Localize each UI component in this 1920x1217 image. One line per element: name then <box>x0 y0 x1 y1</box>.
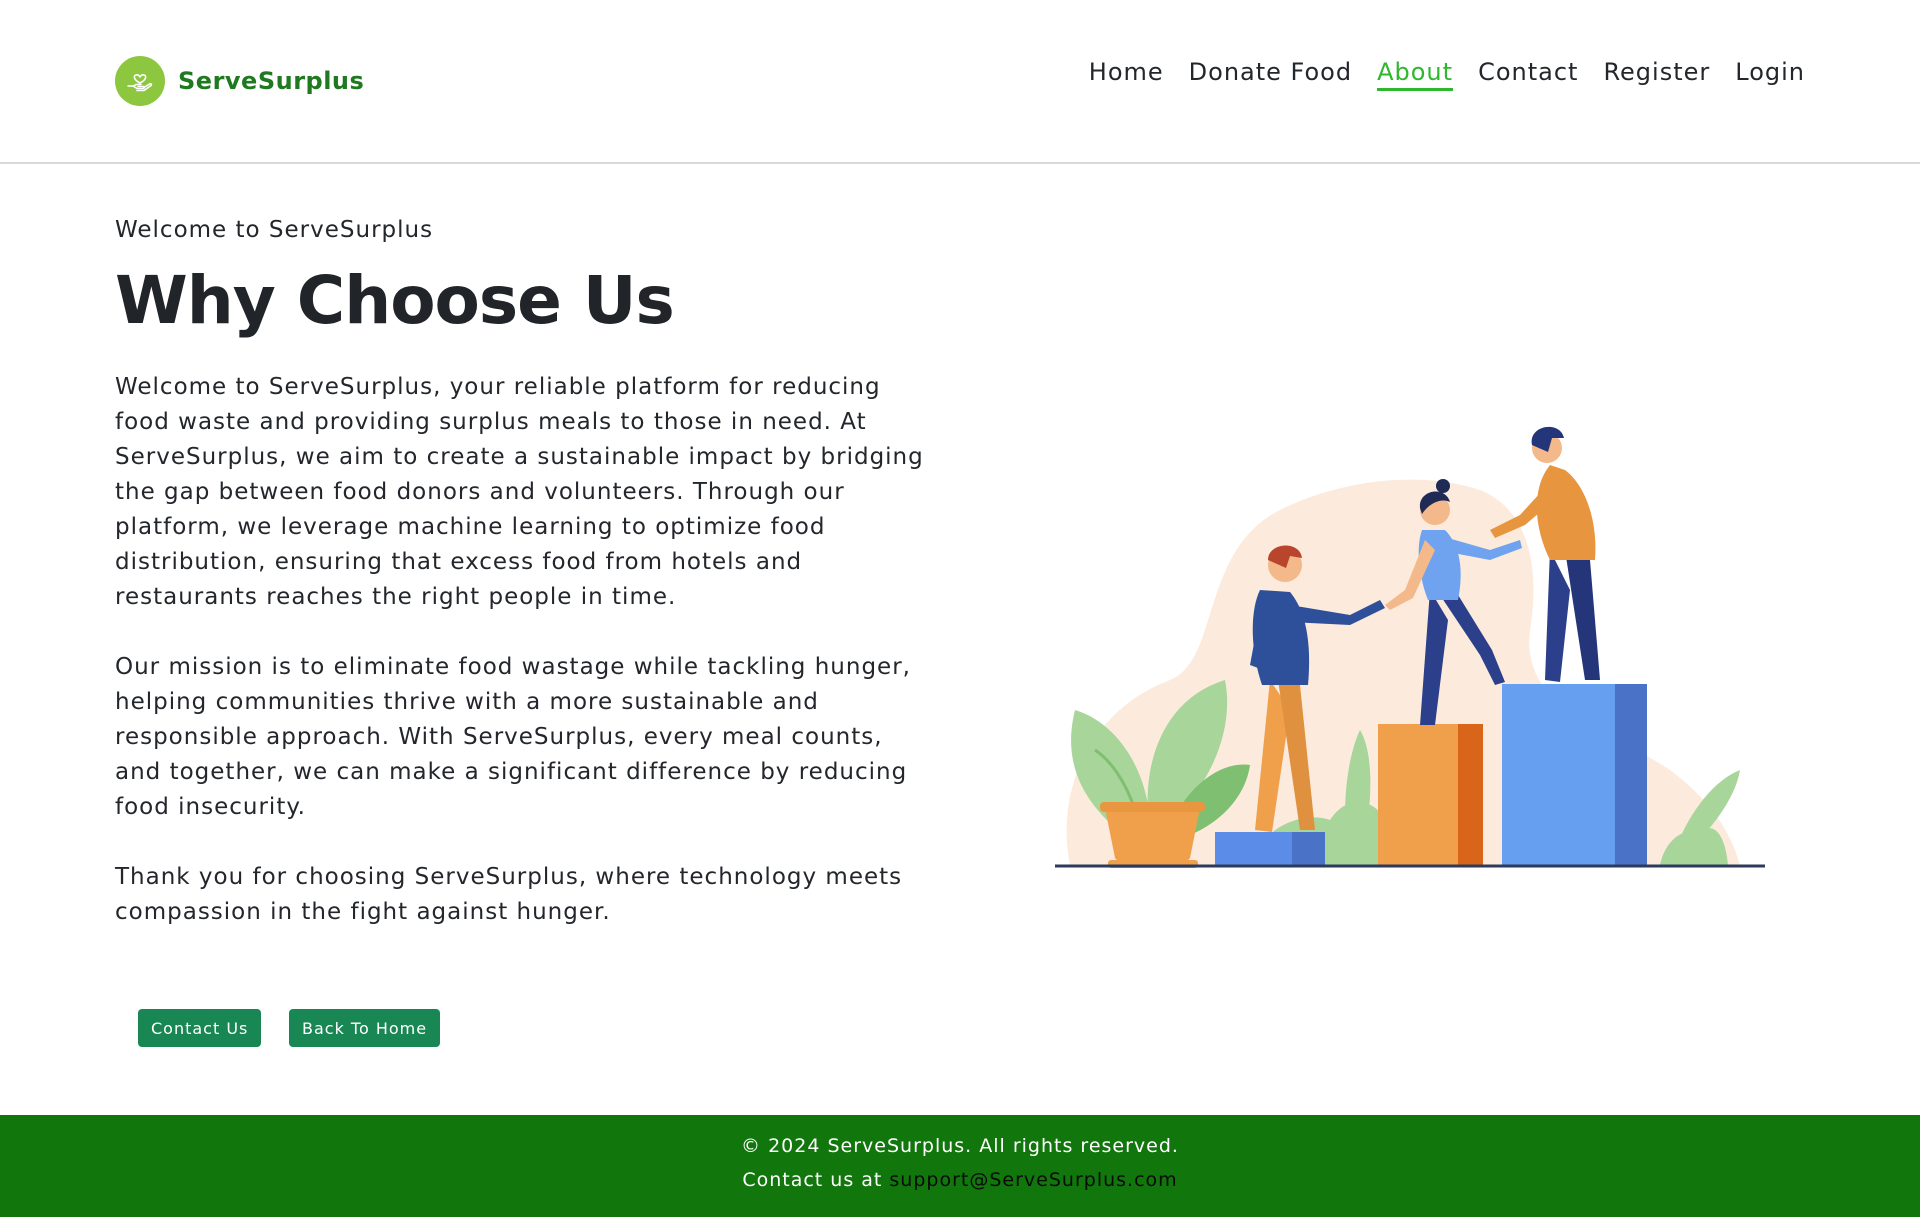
brand-name[interactable]: ServeSurplus <box>178 67 364 95</box>
about-text: Welcome to ServeSurplus, your reliable p… <box>115 370 925 965</box>
eyebrow-text: Welcome to ServeSurplus <box>115 217 434 243</box>
site-footer: © 2024 ServeSurplus. All rights reserved… <box>0 1115 1920 1217</box>
brand[interactable]: ServeSurplus <box>115 56 364 106</box>
footer-contact: Contact us at support@ServeSurplus.com <box>0 1169 1920 1191</box>
footer-email-link[interactable]: support@ServeSurplus.com <box>889 1169 1177 1191</box>
teamwork-illustration <box>1050 410 1770 880</box>
site-header: ServeSurplus Home Donate Food About Cont… <box>0 0 1920 164</box>
nav-home[interactable]: Home <box>1089 58 1164 91</box>
footer-copyright: © 2024 ServeSurplus. All rights reserved… <box>741 1135 1179 1157</box>
nav-donate-food[interactable]: Donate Food <box>1189 58 1352 91</box>
nav-login[interactable]: Login <box>1735 58 1805 91</box>
paragraph-intro: Welcome to ServeSurplus, your reliable p… <box>115 374 924 610</box>
footer-contact-prefix: Contact us at <box>742 1169 890 1191</box>
hand-heart-icon <box>115 56 165 106</box>
nav-about[interactable]: About <box>1377 58 1454 91</box>
main-nav: Home Donate Food About Contact Register … <box>1089 58 1805 91</box>
contact-us-button[interactable]: Contact Us <box>138 1009 262 1047</box>
page-title: Why Choose Us <box>115 262 675 339</box>
nav-contact[interactable]: Contact <box>1478 58 1578 91</box>
paragraph-thanks: Thank you for choosing ServeSurplus, whe… <box>115 864 903 925</box>
paragraph-mission: Our mission is to eliminate food wastage… <box>115 654 911 820</box>
back-to-home-button[interactable]: Back To Home <box>289 1009 441 1047</box>
nav-register[interactable]: Register <box>1603 58 1710 91</box>
